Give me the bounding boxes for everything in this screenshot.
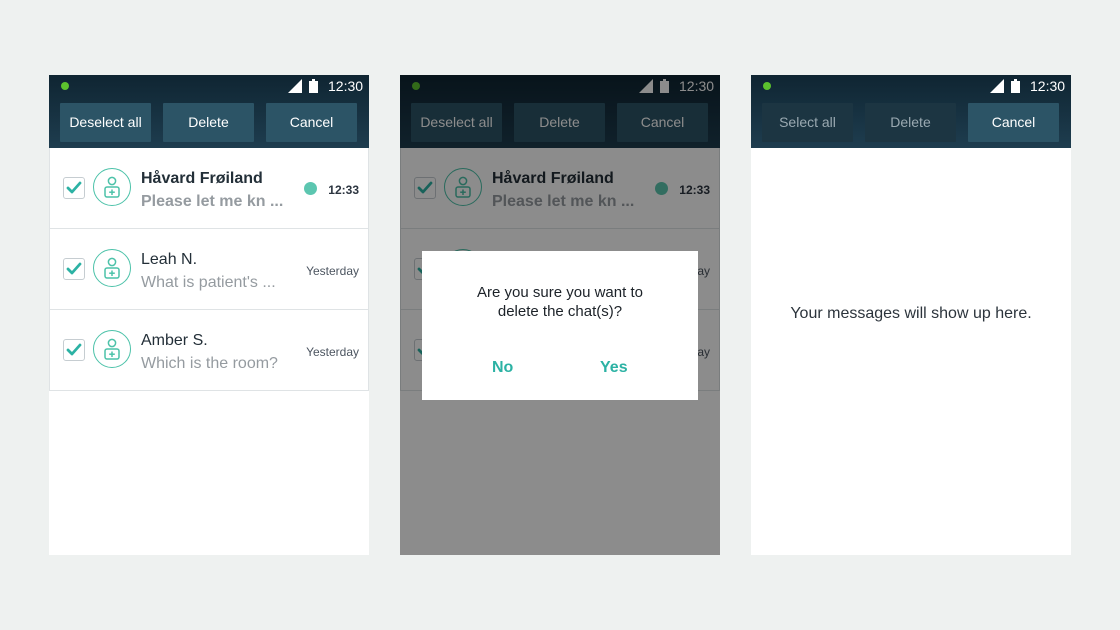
signal-icon	[288, 79, 302, 93]
checkbox[interactable]	[63, 258, 85, 280]
notification-dot-icon	[61, 82, 69, 90]
deselect-all-button[interactable]: Deselect all	[60, 103, 151, 142]
status-bar: 12:30	[49, 75, 369, 97]
chat-name: Amber S.	[141, 332, 208, 349]
chat-time: Yesterday	[306, 345, 359, 359]
battery-icon	[309, 79, 318, 93]
chat-row[interactable]: Håvard Frøiland Please let me kn ... 12:…	[49, 148, 369, 229]
cancel-button[interactable]: Cancel	[968, 103, 1059, 142]
notification-dot-icon	[763, 82, 771, 90]
phone-screen-confirm-delete: 12:30 Deselect all Delete Cancel Håvard …	[400, 75, 720, 555]
checkmark-icon	[66, 262, 82, 275]
chat-row[interactable]: Amber S. Which is the room? Yesterday	[49, 310, 369, 391]
avatar	[93, 249, 131, 287]
doctor-icon	[104, 257, 120, 279]
chat-row[interactable]: Leah N. What is patient's ... Yesterday	[49, 229, 369, 310]
checkmark-icon	[66, 343, 82, 356]
signal-icon	[990, 79, 1004, 93]
unread-dot-icon	[304, 182, 317, 195]
battery-icon	[1011, 79, 1020, 93]
yes-button[interactable]: Yes	[600, 359, 628, 377]
chat-preview: What is patient's ...	[141, 274, 276, 291]
chat-preview: Please let me kn ...	[141, 193, 284, 210]
top-bar: 12:30 Deselect all Delete Cancel	[49, 75, 369, 148]
chat-time: Yesterday	[306, 264, 359, 278]
status-bar: 12:30	[751, 75, 1071, 97]
chat-preview: Which is the room?	[141, 355, 278, 372]
delete-button[interactable]: Delete	[163, 103, 254, 142]
checkbox[interactable]	[63, 339, 85, 361]
status-time: 12:30	[1030, 78, 1066, 94]
no-button[interactable]: No	[492, 359, 513, 377]
chat-time: 12:33	[328, 183, 359, 197]
phone-screen-selection: 12:30 Deselect all Delete Cancel Håvard …	[49, 75, 369, 555]
chat-name: Leah N.	[141, 251, 198, 268]
cancel-button[interactable]: Cancel	[266, 103, 357, 142]
phone-screen-empty: 12:30 Select all Delete Cancel Your mess…	[751, 75, 1071, 555]
top-bar: 12:30 Select all Delete Cancel	[751, 75, 1071, 148]
empty-state-message: Your messages will show up here.	[790, 305, 1032, 322]
confirm-delete-dialog: Are you sure you want to delete the chat…	[422, 251, 698, 400]
select-all-button[interactable]: Select all	[762, 103, 853, 142]
delete-button[interactable]: Delete	[865, 103, 956, 142]
doctor-icon	[104, 176, 120, 198]
checkbox[interactable]	[63, 177, 85, 199]
avatar	[93, 168, 131, 206]
chat-name: Håvard Frøiland	[141, 170, 263, 187]
chat-list: Håvard Frøiland Please let me kn ... 12:…	[49, 148, 369, 391]
dialog-message: Are you sure you want to delete the chat…	[477, 284, 643, 320]
status-time: 12:30	[328, 78, 364, 94]
avatar	[93, 330, 131, 368]
checkmark-icon	[66, 181, 82, 194]
doctor-icon	[104, 338, 120, 360]
